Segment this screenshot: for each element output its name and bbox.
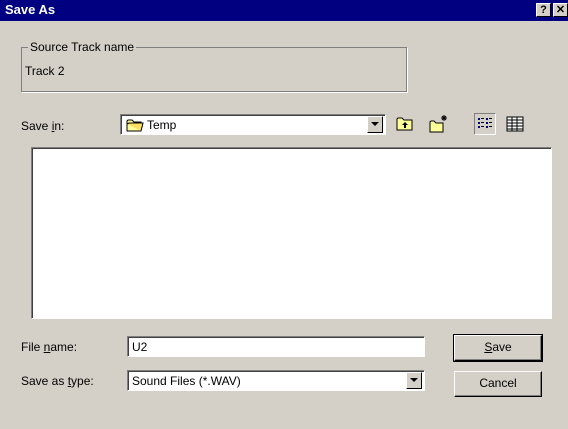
save-as-type-label-part1: Save as — [21, 374, 68, 388]
file-list[interactable] — [31, 147, 552, 319]
file-name-label-part2: ame: — [50, 340, 78, 354]
file-name-input-inner — [128, 337, 424, 356]
save-in-dropdown-button[interactable] — [367, 116, 383, 133]
source-track-legend: Source Track name — [28, 39, 137, 55]
save-in-value: Temp — [147, 118, 177, 132]
create-new-folder-button[interactable] — [428, 113, 450, 135]
chevron-down-icon — [371, 122, 379, 126]
save-as-type-label-part2: ype: — [71, 374, 94, 388]
save-in-combo[interactable]: Temp — [120, 114, 386, 135]
chevron-down-icon — [410, 378, 418, 382]
details-view-icon — [506, 116, 524, 132]
close-icon: ✕ — [555, 4, 566, 16]
save-as-type-combo[interactable]: Sound Files (*.WAV) — [127, 370, 425, 391]
save-in-label: Save in: — [21, 118, 64, 134]
list-view-button[interactable] — [474, 113, 496, 135]
details-view-button[interactable] — [504, 113, 526, 135]
help-icon: ? — [540, 4, 547, 16]
list-view-icon — [478, 118, 492, 128]
save-as-type-label: Save as type: — [21, 373, 94, 389]
title-bar[interactable]: Save As ? ✕ — [0, 0, 568, 21]
file-name-input[interactable]: U2 — [127, 336, 425, 357]
up-one-level-button[interactable] — [394, 113, 416, 135]
file-name-label-part1: File — [21, 340, 44, 354]
create-new-folder-icon — [429, 115, 447, 133]
cancel-button[interactable]: Cancel — [454, 371, 542, 397]
save-in-label-part2: n: — [54, 119, 65, 133]
save-as-type-dropdown-button[interactable] — [406, 372, 422, 389]
dialog-title: Save As — [5, 2, 56, 17]
save-button[interactable]: Save — [453, 334, 543, 362]
source-track-value: Track 2 — [25, 64, 65, 78]
cancel-button-label: Cancel — [479, 376, 517, 390]
file-name-value: U2 — [132, 340, 148, 354]
save-as-type-value: Sound Files (*.WAV) — [132, 374, 241, 388]
folder-icon — [126, 119, 144, 132]
file-list-inner — [32, 148, 551, 318]
up-one-level-icon — [396, 117, 413, 131]
save-in-label-part1: Save — [21, 119, 52, 133]
close-button[interactable]: ✕ — [553, 3, 568, 17]
save-as-dialog: Save As ? ✕ Source Track name Track 2 Sa… — [0, 0, 568, 429]
help-button[interactable]: ? — [536, 3, 551, 17]
file-name-label: File name: — [21, 339, 77, 355]
save-button-label: ave — [492, 340, 512, 354]
